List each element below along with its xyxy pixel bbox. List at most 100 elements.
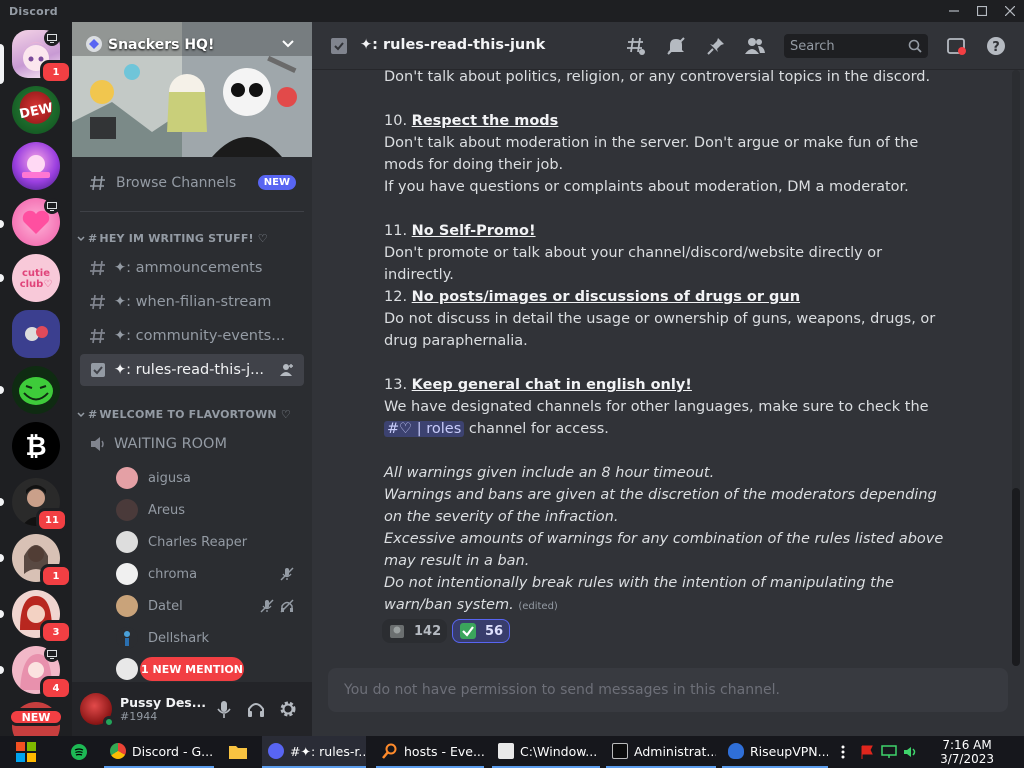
- headphones-deafened-icon: [280, 599, 294, 613]
- taskbar-discord[interactable]: #✦: rules-r...: [262, 736, 366, 768]
- message-input[interactable]: You do not have permission to send messa…: [328, 668, 1008, 712]
- scrollbar-thumb[interactable]: [1012, 488, 1020, 666]
- voice-user[interactable]: chroma: [116, 559, 302, 589]
- rule-11: 11. No Self-Promo! Don't promote or talk…: [384, 220, 954, 286]
- voice-user[interactable]: Areus: [116, 495, 302, 525]
- taskbar-hosts-editor[interactable]: hosts - Eve...: [376, 736, 484, 768]
- guild-snackers-hq[interactable]: [12, 310, 60, 358]
- taskbar-chrome-discord[interactable]: Discord - G...: [104, 736, 214, 768]
- rules-checkbox-icon: [88, 362, 108, 378]
- unread-indicator: [0, 386, 4, 394]
- user-info[interactable]: Pussy Des... #1944: [120, 695, 206, 723]
- rule-title: No Self-Promo!: [411, 223, 536, 239]
- member-list-icon[interactable]: [744, 36, 766, 56]
- voice-channel-waiting-room[interactable]: WAITING ROOM: [80, 428, 304, 460]
- reaction-custom[interactable]: 142: [382, 619, 448, 643]
- spotify-icon: [71, 744, 87, 760]
- server-name[interactable]: Snackers HQ!: [108, 37, 214, 53]
- taskbar-label: Discord - G...: [132, 743, 214, 759]
- help-icon[interactable]: ?: [986, 36, 1006, 56]
- avatar[interactable]: [80, 693, 115, 728]
- custom-emoji-icon: [390, 625, 404, 638]
- search-input[interactable]: Search: [784, 34, 928, 58]
- channel-mention-roles[interactable]: #♡ | roles: [384, 421, 465, 437]
- username: Pussy Des...: [120, 695, 206, 710]
- voice-user-name: Areus: [148, 502, 185, 518]
- unread-indicator: [0, 666, 4, 674]
- taskbar-label: hosts - Eve...: [404, 743, 484, 759]
- channel-rules-read-this-junk[interactable]: ✦: rules-read-this-j...: [80, 354, 304, 386]
- clock-date: 3/7/2023: [940, 752, 994, 766]
- chevron-down-icon[interactable]: [282, 40, 294, 48]
- browse-channels-label: Browse Channels: [116, 175, 237, 191]
- chat-area: ✦: rules-read-this-junk Search ? Don't t…: [312, 22, 1024, 736]
- start-button[interactable]: [8, 736, 44, 768]
- headphones-icon[interactable]: [246, 699, 266, 719]
- taskbar-riseup-vpn[interactable]: RiseupVPN...: [722, 736, 828, 768]
- browse-channels[interactable]: Browse Channels NEW: [80, 166, 304, 200]
- svg-text:DEW: DEW: [18, 101, 54, 123]
- gear-icon[interactable]: [278, 699, 298, 719]
- channel-when-filian-stream[interactable]: ✦: when-filian-stream: [80, 286, 304, 318]
- note-text: Do not intentionally break rules with th…: [384, 575, 894, 613]
- guild-badge: 1: [40, 564, 72, 588]
- threads-icon[interactable]: [626, 36, 646, 56]
- avatar: [116, 658, 138, 680]
- svg-text:club♡: club♡: [20, 279, 53, 290]
- rule-text: channel for access.: [468, 421, 609, 437]
- mic-muted-icon: [280, 567, 294, 581]
- guild-trollface[interactable]: [12, 366, 60, 414]
- voice-user[interactable]: Datel: [116, 591, 302, 621]
- taskbar-file-explorer[interactable]: [220, 736, 256, 768]
- system-clock[interactable]: 7:16 AM 3/7/2023: [940, 738, 994, 766]
- guild-badge: 3: [40, 620, 72, 644]
- inbox-icon[interactable]: [946, 36, 966, 56]
- channel-community-events[interactable]: ✦: community-events...: [80, 320, 304, 352]
- unread-indicator: [0, 220, 4, 228]
- folder-icon: [229, 746, 247, 759]
- category-flavortown[interactable]: # WELCOME TO FLAVORTOWN ♡: [76, 408, 291, 421]
- search-icon: [908, 39, 922, 53]
- channel-label: ✦: rules-read-this-j...: [114, 362, 264, 378]
- guild-cutie-club[interactable]: cutie club♡: [12, 254, 60, 302]
- taskbar-admin-terminal[interactable]: Administrat...: [606, 736, 716, 768]
- notepad-icon: [498, 743, 514, 759]
- rule-text: We have designated channels for other la…: [384, 399, 929, 415]
- guild-badge: 4: [40, 676, 72, 700]
- add-member-icon[interactable]: [280, 363, 294, 377]
- guild-kitten-paradise[interactable]: [12, 142, 60, 190]
- category-writing-stuff[interactable]: # HEY IM WRITING STUFF! ♡: [76, 232, 268, 245]
- tray-overflow-button[interactable]: [836, 736, 850, 768]
- hash-icon: [88, 293, 108, 311]
- vpn-shield-icon: [728, 743, 744, 759]
- rule-number: 12.: [384, 289, 408, 305]
- server-banner[interactable]: Snackers HQ!: [72, 22, 312, 157]
- new-mention-button[interactable]: 1 NEW MENTION: [140, 657, 244, 681]
- search-placeholder: Search: [790, 38, 835, 54]
- voice-user[interactable]: Charles Reaper: [116, 527, 302, 557]
- notification-muted-icon[interactable]: [666, 36, 686, 56]
- channel-announcements[interactable]: ✦: ammouncements: [80, 252, 304, 284]
- network-tray-icon[interactable]: [880, 736, 898, 768]
- microphone-icon[interactable]: [214, 699, 234, 719]
- rule-text: Do not discuss in detail the usage or ow…: [384, 311, 936, 349]
- reaction-check[interactable]: 56: [452, 619, 511, 643]
- minimize-button[interactable]: [940, 0, 968, 22]
- flag-tray-icon[interactable]: [858, 736, 876, 768]
- voice-user-name: aigusa: [148, 470, 191, 486]
- rule-title: Keep general chat in english only!: [411, 377, 692, 393]
- voice-user[interactable]: aigusa: [116, 463, 302, 493]
- guild-bitcoin[interactable]: ₿: [12, 422, 60, 470]
- close-button[interactable]: [996, 0, 1024, 22]
- category-label: HEY IM WRITING STUFF! ♡: [99, 232, 268, 245]
- maximize-button[interactable]: [968, 0, 996, 22]
- pin-icon[interactable]: [706, 36, 726, 56]
- clock-time: 7:16 AM: [942, 738, 992, 752]
- taskbar-file-window[interactable]: C:\Window...: [492, 736, 600, 768]
- spotify-taskbar-button[interactable]: [64, 736, 94, 768]
- rule-number: 11.: [384, 223, 408, 239]
- guild-mountain-dew[interactable]: DEW: [12, 86, 60, 134]
- volume-tray-icon[interactable]: [902, 736, 920, 768]
- window-titlebar: Discord: [0, 0, 1024, 22]
- voice-user[interactable]: Dellshark: [116, 623, 302, 653]
